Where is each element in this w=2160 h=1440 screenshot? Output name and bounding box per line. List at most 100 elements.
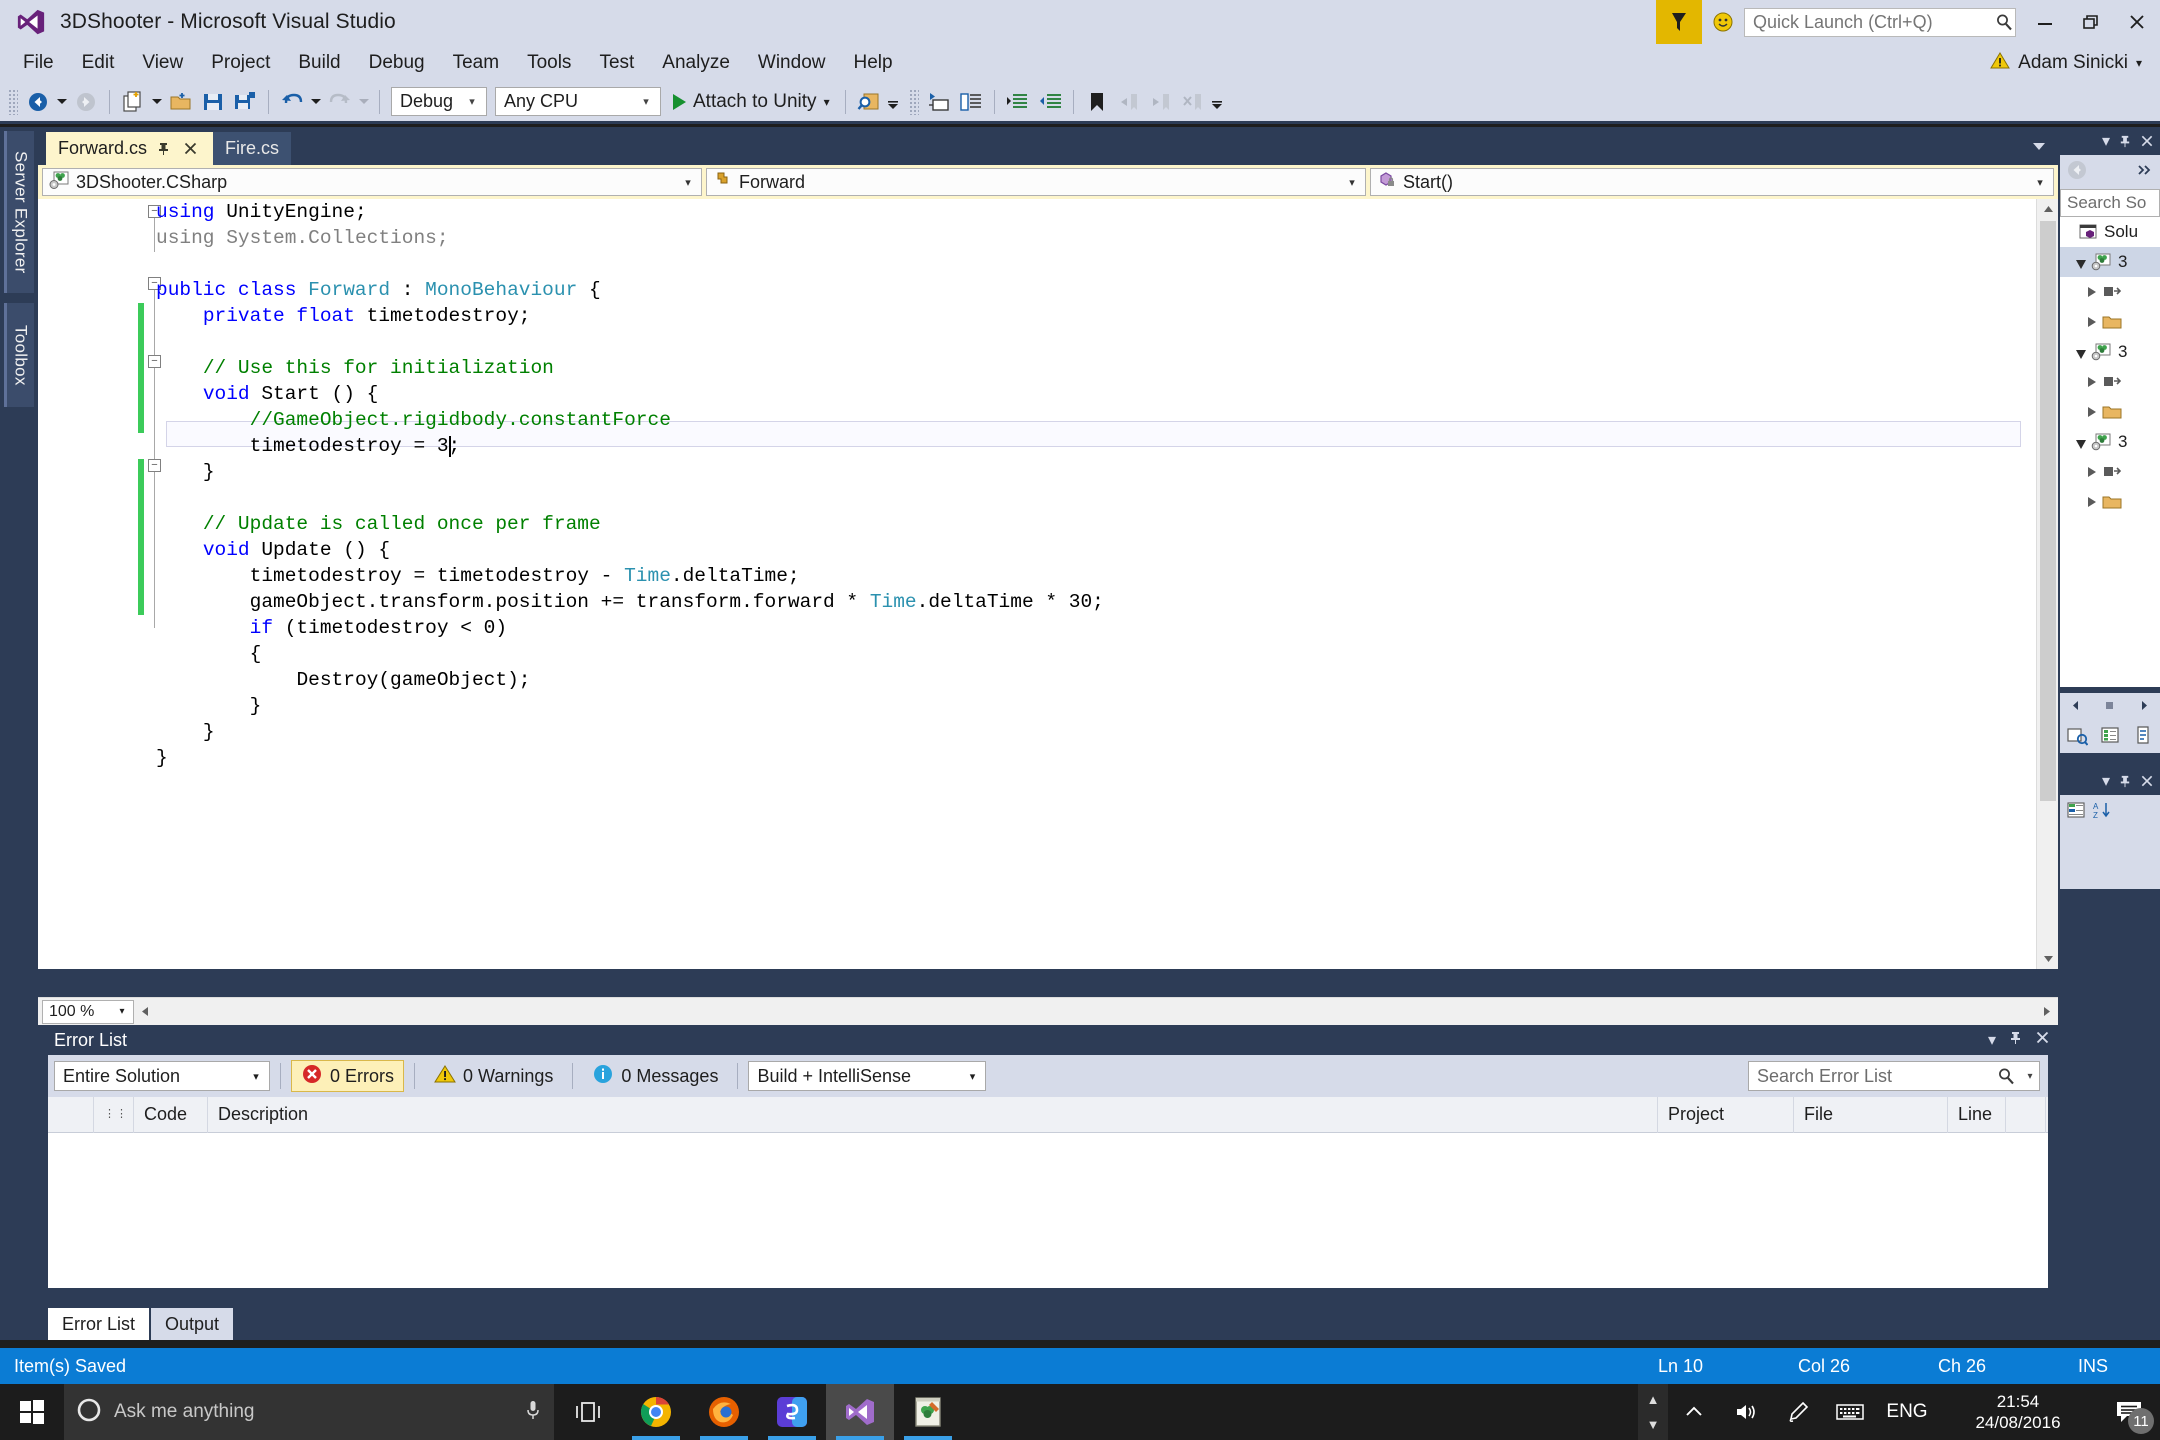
close-icon[interactable] <box>2035 1030 2050 1050</box>
menu-item-build[interactable]: Build <box>285 48 353 78</box>
undo-dropdown[interactable] <box>308 86 324 118</box>
expander-collapsed-icon[interactable] <box>2088 317 2096 327</box>
firefox-icon[interactable] <box>690 1384 758 1440</box>
error-list-rows[interactable] <box>48 1133 2048 1288</box>
solution-explorer-search[interactable]: Search So <box>2060 189 2160 217</box>
toolbar-overflow-icon[interactable] <box>885 86 901 118</box>
clock[interactable]: 21:54 24/08/2016 <box>1938 1384 2098 1440</box>
error-list-column-header[interactable]: Project <box>1658 1097 1794 1133</box>
pin-icon[interactable] <box>2118 774 2132 788</box>
menu-item-test[interactable]: Test <box>586 48 647 78</box>
expander-collapsed-icon[interactable] <box>2088 497 2096 507</box>
tab-forward-cs[interactable]: Forward.cs <box>46 132 213 165</box>
horizontal-scroll-track[interactable] <box>156 1000 2036 1024</box>
categorized-view-icon[interactable] <box>2066 800 2086 825</box>
solution-tree-row[interactable]: 3 <box>2060 427 2160 457</box>
pin-icon[interactable] <box>2118 134 2132 148</box>
scroll-down-icon[interactable]: ▼ <box>1647 1417 1660 1432</box>
close-icon[interactable] <box>2140 774 2154 788</box>
column-options-icon[interactable]: ⋮⋮ <box>104 1111 128 1118</box>
sidebar-item-toolbox[interactable]: Toolbox <box>4 303 34 407</box>
menu-item-file[interactable]: File <box>10 48 67 78</box>
code-editor-surface[interactable]: − − − − using UnityEngine;using System.C… <box>38 199 2058 969</box>
expander-collapsed-icon[interactable] <box>2088 467 2096 477</box>
error-list-column-header[interactable]: Code <box>134 1097 208 1133</box>
close-icon[interactable] <box>179 137 201 161</box>
solution-explorer-view-icon[interactable] <box>2066 724 2088 751</box>
minimize-button[interactable] <box>2022 0 2068 44</box>
send-feedback-smiley-icon[interactable] <box>1702 0 1744 44</box>
page-left-icon[interactable] <box>2071 698 2082 716</box>
solution-tree-row[interactable] <box>2060 397 2160 427</box>
editor-vertical-scrollbar[interactable] <box>2036 199 2058 969</box>
toolbar-grip[interactable] <box>8 89 18 115</box>
solution-tree-row[interactable] <box>2060 307 2160 337</box>
chevron-down-icon[interactable]: ▾ <box>1988 1030 1996 1050</box>
find-in-files-icon[interactable] <box>853 86 885 118</box>
error-scope-combo[interactable]: Entire Solution ▾ <box>54 1061 270 1091</box>
scroll-down-icon[interactable] <box>2037 949 2059 969</box>
menu-item-project[interactable]: Project <box>198 48 283 78</box>
navbar-project-combo[interactable]: 3DShooter.CSharp ▾ <box>42 168 702 196</box>
menu-item-edit[interactable]: Edit <box>69 48 128 78</box>
solution-tree-row[interactable] <box>2060 367 2160 397</box>
scroll-up-icon[interactable] <box>2037 199 2059 219</box>
error-list-column-header[interactable]: File <box>1794 1097 1948 1133</box>
expander-collapsed-icon[interactable] <box>2088 377 2096 387</box>
expander-expanded-icon[interactable] <box>2076 260 2086 269</box>
pin-icon[interactable] <box>152 137 174 161</box>
solution-configuration-combo[interactable]: Debug ▾ <box>391 87 487 116</box>
task-view-icon[interactable] <box>554 1384 622 1440</box>
chevron-down-icon[interactable]: ▾ <box>824 95 830 109</box>
expander-collapsed-icon[interactable] <box>2088 287 2096 297</box>
user-account-button[interactable]: Adam Sinicki ▾ <box>1990 44 2142 82</box>
visual-studio-icon[interactable] <box>826 1384 894 1440</box>
chrome-icon[interactable] <box>622 1384 690 1440</box>
menu-item-tools[interactable]: Tools <box>514 48 584 78</box>
save-icon[interactable] <box>197 86 229 118</box>
new-item-dropdown[interactable] <box>149 86 165 118</box>
attach-to-unity-button[interactable]: Attach to Unity ▾ <box>665 91 838 113</box>
notification-flag-icon[interactable] <box>1656 0 1702 44</box>
volume-icon[interactable] <box>1720 1384 1772 1440</box>
solution-tree-row[interactable] <box>2060 457 2160 487</box>
quick-launch-input[interactable] <box>1745 9 1993 36</box>
solution-tree-row[interactable]: 3 <box>2060 337 2160 367</box>
scrollbar-thumb[interactable] <box>2040 221 2056 801</box>
scroll-right-icon[interactable] <box>2036 1000 2058 1024</box>
errors-filter-button[interactable]: 0 Errors <box>291 1060 404 1092</box>
menu-item-team[interactable]: Team <box>440 48 512 78</box>
microphone-icon[interactable] <box>524 1399 542 1426</box>
expander-collapsed-icon[interactable] <box>2088 407 2096 417</box>
bookmark-icon[interactable] <box>1081 86 1113 118</box>
increase-indent-icon[interactable] <box>1002 86 1034 118</box>
class-view-icon[interactable] <box>2099 724 2121 751</box>
error-source-combo[interactable]: Build + IntelliSense ▾ <box>748 1061 986 1091</box>
undo-icon[interactable] <box>276 86 308 118</box>
tab-output[interactable]: Output <box>151 1308 233 1340</box>
page-right-icon[interactable] <box>2138 698 2149 716</box>
expander-expanded-icon[interactable] <box>2076 350 2086 359</box>
expander-expanded-icon[interactable] <box>2076 440 2086 449</box>
zoom-level-combo[interactable]: 100 % ▾ <box>42 1000 134 1024</box>
scroll-left-icon[interactable] <box>134 1000 156 1024</box>
page-stop-icon[interactable] <box>2104 698 2115 716</box>
warnings-filter-button[interactable]: 0 Warnings <box>425 1060 562 1092</box>
comment-selection-icon[interactable] <box>923 86 955 118</box>
windows-start-icon[interactable] <box>0 1384 64 1440</box>
solution-tree-row[interactable]: Solu <box>2060 217 2160 247</box>
error-list-column-header[interactable] <box>48 1097 94 1133</box>
show-hidden-icons-icon[interactable] <box>1668 1384 1720 1440</box>
chevron-down-icon[interactable]: ▾ <box>2102 131 2110 151</box>
error-list-column-header[interactable]: ⋮⋮ <box>94 1097 134 1133</box>
solution-tree-row[interactable] <box>2060 487 2160 517</box>
toolbar-overflow-icon[interactable] <box>1209 86 1225 118</box>
navigate-forward-icon[interactable] <box>2138 163 2154 181</box>
error-list-column-header[interactable]: Line <box>1948 1097 2006 1133</box>
save-all-icon[interactable] <box>229 86 261 118</box>
close-button[interactable] <box>2114 0 2160 44</box>
menu-item-window[interactable]: Window <box>745 48 839 78</box>
pen-input-icon[interactable] <box>1772 1384 1824 1440</box>
taskbar-scroll-spinner[interactable]: ▲ ▼ <box>1638 1384 1668 1440</box>
cortana-search-box[interactable]: Ask me anything <box>64 1384 554 1440</box>
